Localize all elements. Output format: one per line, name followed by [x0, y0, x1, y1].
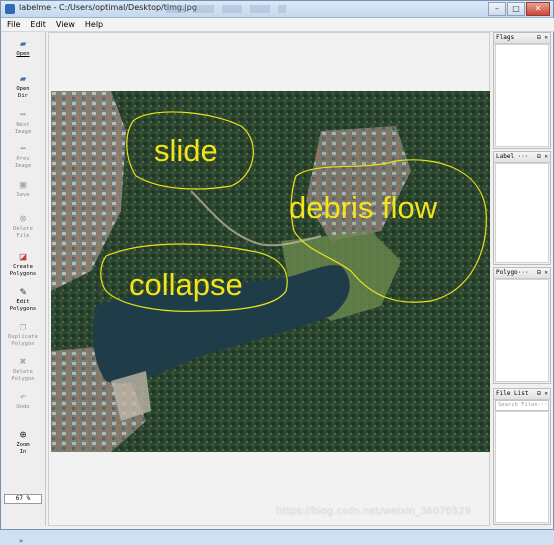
close-button[interactable]: ✕ — [526, 2, 550, 16]
duplicate-polygon-label-2: Polygon — [11, 340, 35, 347]
create-polygons-label-2: Polygons — [9, 270, 37, 277]
duplicate-polygon-label-1: Duplicate — [8, 334, 38, 340]
label-list-dock-title[interactable]: Label ··· ⊟ ✕ — [494, 152, 550, 163]
next-image-label-2: Image — [14, 128, 32, 135]
duplicate-icon: ❐ — [19, 320, 27, 333]
flags-dock: Flags ⊟ ✕ — [493, 32, 551, 149]
save-label: Save — [16, 192, 30, 198]
arrow-left-icon: ⬅ — [19, 142, 27, 155]
menu-edit[interactable]: Edit — [30, 18, 46, 31]
undo-button[interactable]: ↶ Undo — [3, 390, 43, 411]
prev-image-button[interactable]: ⬅ Prev Image — [3, 142, 43, 169]
menu-view[interactable]: View — [56, 18, 75, 31]
menu-help[interactable]: Help — [85, 18, 103, 31]
undo-label: Undo — [16, 404, 30, 410]
toolbar-more-icon[interactable]: » — [19, 537, 23, 545]
menu-file[interactable]: File — [7, 18, 20, 31]
label-list-dock-controls[interactable]: ⊟ ✕ — [537, 152, 548, 162]
annotation-debris-flow: debris flow — [289, 190, 438, 225]
polygon-labels-title: Polygo··· — [496, 269, 529, 276]
polygon-labels-list[interactable] — [495, 279, 549, 382]
file-list-dock-controls[interactable]: ⊟ ✕ — [537, 389, 548, 399]
delete-polygon-button[interactable]: ✖ Delete Polygon — [3, 355, 43, 382]
flags-list[interactable] — [495, 44, 549, 147]
annotation-collapse: collapse — [129, 267, 243, 302]
delete-file-button[interactable]: ⊗ Delete File — [3, 212, 43, 239]
polygon-labels-dock: Polygo··· ⊟ ✕ — [493, 267, 551, 384]
zoom-in-label-2: In — [19, 448, 27, 455]
flags-title: Flags — [496, 34, 515, 41]
menu-bar: File Edit View Help — [1, 18, 554, 32]
window-controls: – □ ✕ — [488, 2, 550, 16]
delete-polygon-label-2: Polygon — [11, 375, 35, 382]
left-toolbar: ▰ Open ▰ Open Dir ➡ Next Image ⬅ Prev Im… — [1, 32, 46, 545]
delete-file-label-2: File — [16, 232, 30, 239]
prev-image-label-2: Image — [14, 162, 32, 169]
satellite-image: slide debris flow collapse — [51, 91, 490, 452]
save-button[interactable]: ▣ Save — [3, 178, 43, 199]
folder-icon: ▰ — [19, 72, 27, 85]
maximize-button[interactable]: □ — [507, 2, 525, 16]
delete-icon: ⊗ — [19, 212, 27, 225]
edit-icon: ✎ — [19, 285, 27, 298]
flags-dock-title[interactable]: Flags ⊟ ✕ — [494, 33, 550, 44]
open-dir-label-2: Dir — [18, 92, 28, 99]
polygon-labels-dock-controls[interactable]: ⊟ ✕ — [537, 268, 548, 278]
create-polygons-button[interactable]: ◪ Create Polygons — [3, 250, 43, 277]
polygon-labels-dock-title[interactable]: Polygo··· ⊟ ✕ — [494, 268, 550, 279]
flags-dock-controls[interactable]: ⊟ ✕ — [537, 33, 548, 43]
file-search-input[interactable]: Search Filen··· — [495, 400, 549, 411]
annotated-image[interactable]: slide debris flow collapse — [51, 91, 490, 452]
open-label: Open — [16, 51, 30, 57]
annotation-slide: slide — [154, 133, 218, 168]
file-list-dock: File List ⊟ ✕ Search Filen··· — [493, 388, 551, 525]
label-list-dock: Label ··· ⊟ ✕ — [493, 151, 551, 265]
zoom-value-input[interactable]: 67 % — [4, 494, 42, 504]
save-icon: ▣ — [19, 178, 27, 191]
label-list-title: Label ··· — [496, 153, 529, 160]
title-bar-decoration — [166, 5, 286, 13]
open-icon: ▰ — [19, 37, 27, 50]
minimize-button[interactable]: – — [488, 2, 506, 16]
zoom-in-button[interactable]: ⊕ Zoom In — [3, 428, 43, 455]
edit-polygons-label-2: Polygons — [9, 305, 37, 312]
cross-icon: ✖ — [19, 355, 27, 368]
polygon-create-icon: ◪ — [19, 250, 27, 263]
label-list[interactable] — [495, 163, 549, 263]
watermark: https://blog.csdn.net/weixin_36070529 — [276, 506, 472, 517]
arrow-right-icon: ➡ — [19, 108, 27, 121]
zoom-in-icon: ⊕ — [19, 428, 27, 441]
duplicate-polygon-button[interactable]: ❐ Duplicate Polygon — [3, 320, 43, 347]
file-list-dock-title[interactable]: File List ⊟ ✕ — [494, 389, 550, 400]
file-list-title: File List — [496, 390, 529, 397]
open-button[interactable]: ▰ Open — [3, 37, 43, 58]
app-window: labelme - C:/Users/optimal/Desktop/timg.… — [0, 0, 554, 545]
app-icon — [5, 4, 15, 14]
open-dir-button[interactable]: ▰ Open Dir — [3, 72, 43, 99]
title-bar[interactable]: labelme - C:/Users/optimal/Desktop/timg.… — [1, 1, 553, 18]
next-image-button[interactable]: ➡ Next Image — [3, 108, 43, 135]
undo-icon: ↶ — [19, 390, 27, 403]
edit-polygons-button[interactable]: ✎ Edit Polygons — [3, 285, 43, 312]
file-list[interactable] — [495, 411, 549, 523]
